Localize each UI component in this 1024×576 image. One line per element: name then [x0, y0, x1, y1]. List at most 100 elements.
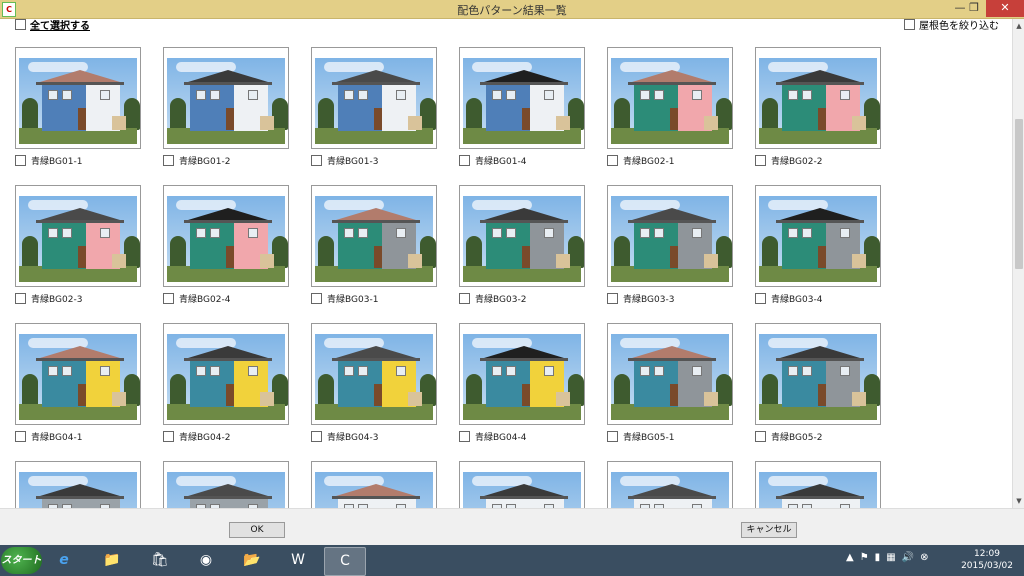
- house-preview-image[interactable]: [15, 461, 141, 508]
- pattern-option[interactable]: 青緑BG05-1: [607, 430, 733, 443]
- pattern-card[interactable]: 青緑BG02-2: [755, 47, 881, 173]
- pattern-option[interactable]: 青緑BG04-3: [311, 430, 437, 443]
- pattern-checkbox[interactable]: [311, 293, 322, 304]
- select-all-label[interactable]: 全て選択する: [30, 19, 90, 32]
- pattern-option[interactable]: 青緑BG02-1: [607, 154, 733, 167]
- tray-icon[interactable]: ▦: [886, 552, 895, 563]
- tray-icon[interactable]: ⊗: [920, 552, 928, 563]
- scroll-thumb[interactable]: [1015, 119, 1023, 269]
- house-preview-image[interactable]: [15, 323, 141, 425]
- pattern-checkbox[interactable]: [607, 293, 618, 304]
- pattern-card[interactable]: 青緑BG04-1: [15, 323, 141, 449]
- roof-filter-control[interactable]: 屋根色を絞り込む: [904, 19, 999, 32]
- house-preview-image[interactable]: [15, 185, 141, 287]
- start-button[interactable]: スタート: [1, 547, 42, 574]
- tray-icon[interactable]: ▲: [846, 552, 854, 563]
- pattern-card[interactable]: [459, 461, 585, 508]
- house-preview-image[interactable]: [607, 461, 733, 508]
- house-preview-image[interactable]: [15, 47, 141, 149]
- vertical-scrollbar[interactable]: ▲ ▼: [1012, 19, 1024, 508]
- close-button[interactable]: ✕: [986, 0, 1024, 17]
- pattern-checkbox[interactable]: [755, 155, 766, 166]
- pattern-card[interactable]: 青緑BG01-1: [15, 47, 141, 173]
- pattern-checkbox[interactable]: [459, 431, 470, 442]
- house-preview-image[interactable]: [607, 323, 733, 425]
- house-preview-image[interactable]: [607, 47, 733, 149]
- house-preview-image[interactable]: [459, 323, 585, 425]
- house-preview-image[interactable]: [311, 323, 437, 425]
- folder-icon[interactable]: 📂: [232, 547, 272, 574]
- house-preview-image[interactable]: [459, 47, 585, 149]
- word-icon[interactable]: W: [278, 547, 318, 574]
- house-preview-image[interactable]: [311, 461, 437, 508]
- pattern-checkbox[interactable]: [755, 431, 766, 442]
- scroll-up-arrow-icon[interactable]: ▲: [1013, 19, 1024, 33]
- clock[interactable]: 12:09 2015/03/02: [957, 548, 1017, 572]
- pattern-checkbox[interactable]: [607, 431, 618, 442]
- pattern-option[interactable]: 青緑BG03-3: [607, 292, 733, 305]
- pattern-option[interactable]: 青緑BG01-3: [311, 154, 437, 167]
- internet-explorer-icon[interactable]: e: [44, 547, 84, 574]
- pattern-card[interactable]: 青緑BG04-4: [459, 323, 585, 449]
- pattern-card[interactable]: 青緑BG04-3: [311, 323, 437, 449]
- house-preview-image[interactable]: [163, 461, 289, 508]
- house-preview-image[interactable]: [755, 323, 881, 425]
- pattern-option[interactable]: 青緑BG03-1: [311, 292, 437, 305]
- pattern-card[interactable]: [311, 461, 437, 508]
- cancel-button[interactable]: キャンセル: [741, 522, 797, 538]
- ok-button[interactable]: OK: [229, 522, 285, 538]
- house-preview-image[interactable]: [163, 47, 289, 149]
- color-app-icon[interactable]: C: [324, 547, 366, 576]
- pattern-checkbox[interactable]: [163, 431, 174, 442]
- pattern-card[interactable]: 青緑BG03-2: [459, 185, 585, 311]
- house-preview-image[interactable]: [311, 47, 437, 149]
- pattern-checkbox[interactable]: [311, 431, 322, 442]
- pattern-option[interactable]: 青緑BG02-2: [755, 154, 881, 167]
- chrome-icon[interactable]: ◉: [186, 547, 226, 574]
- pattern-option[interactable]: 青緑BG01-1: [15, 154, 141, 167]
- select-all-checkbox[interactable]: [15, 19, 26, 30]
- select-all-control[interactable]: 全て選択する: [15, 19, 90, 32]
- pattern-option[interactable]: 青緑BG03-4: [755, 292, 881, 305]
- pattern-card[interactable]: 青緑BG04-2: [163, 323, 289, 449]
- pattern-card[interactable]: [15, 461, 141, 508]
- pattern-card[interactable]: 青緑BG03-3: [607, 185, 733, 311]
- pattern-option[interactable]: 青緑BG04-1: [15, 430, 141, 443]
- pattern-card[interactable]: 青緑BG05-1: [607, 323, 733, 449]
- tray-icon[interactable]: ⚑: [860, 552, 869, 563]
- pattern-card[interactable]: [607, 461, 733, 508]
- pattern-option[interactable]: 青緑BG01-4: [459, 154, 585, 167]
- pattern-card[interactable]: 青緑BG01-2: [163, 47, 289, 173]
- pattern-option[interactable]: 青緑BG01-2: [163, 154, 289, 167]
- pattern-checkbox[interactable]: [163, 293, 174, 304]
- house-preview-image[interactable]: [311, 185, 437, 287]
- pattern-option[interactable]: 青緑BG02-3: [15, 292, 141, 305]
- house-preview-image[interactable]: [755, 47, 881, 149]
- pattern-card[interactable]: [163, 461, 289, 508]
- pattern-option[interactable]: 青緑BG05-2: [755, 430, 881, 443]
- pattern-checkbox[interactable]: [15, 155, 26, 166]
- pattern-card[interactable]: 青緑BG02-3: [15, 185, 141, 311]
- house-preview-image[interactable]: [163, 185, 289, 287]
- pattern-option[interactable]: 青緑BG04-2: [163, 430, 289, 443]
- pattern-checkbox[interactable]: [755, 293, 766, 304]
- house-preview-image[interactable]: [755, 461, 881, 508]
- pattern-card[interactable]: 青緑BG03-1: [311, 185, 437, 311]
- tray-icon[interactable]: ▮: [875, 552, 881, 563]
- pattern-card[interactable]: 青緑BG01-3: [311, 47, 437, 173]
- pattern-checkbox[interactable]: [163, 155, 174, 166]
- pattern-option[interactable]: 青緑BG03-2: [459, 292, 585, 305]
- pattern-checkbox[interactable]: [607, 155, 618, 166]
- house-preview-image[interactable]: [755, 185, 881, 287]
- pattern-card[interactable]: 青緑BG01-4: [459, 47, 585, 173]
- restore-button[interactable]: ❐: [961, 0, 987, 17]
- roof-filter-checkbox[interactable]: [904, 19, 915, 30]
- pattern-card[interactable]: 青緑BG02-4: [163, 185, 289, 311]
- house-preview-image[interactable]: [607, 185, 733, 287]
- house-preview-image[interactable]: [459, 461, 585, 508]
- file-explorer-icon[interactable]: 📁: [92, 547, 132, 574]
- pattern-checkbox[interactable]: [459, 155, 470, 166]
- pattern-card[interactable]: 青緑BG05-2: [755, 323, 881, 449]
- pattern-option[interactable]: 青緑BG04-4: [459, 430, 585, 443]
- tray-icon[interactable]: 🔊: [902, 552, 914, 563]
